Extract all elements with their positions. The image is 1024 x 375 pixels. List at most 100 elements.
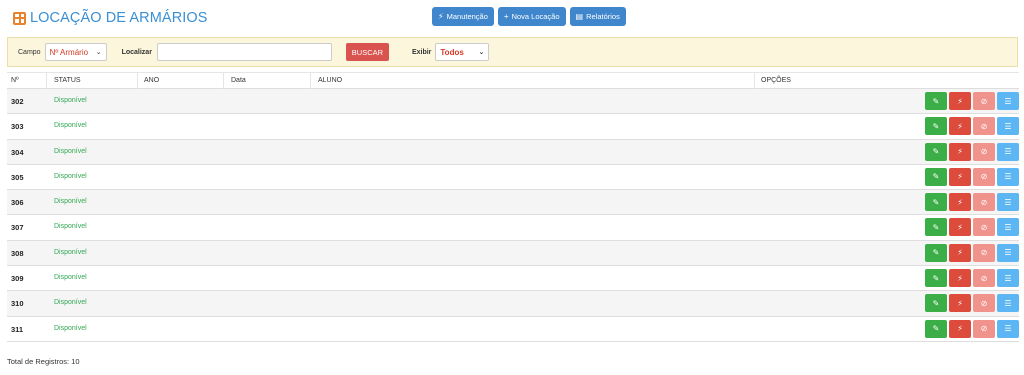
block-button[interactable]: ⊘	[973, 294, 995, 313]
locate-button[interactable]: ⚡	[949, 167, 971, 186]
table-row: 307 Disponível ✎ ⚡ ⊘ ☰	[7, 215, 1019, 241]
list-icon: ☰	[1004, 147, 1012, 157]
bolt-icon: ⚡	[957, 248, 963, 258]
nova-locacao-button[interactable]: + Nova Locação	[497, 7, 566, 26]
ban-icon: ⊘	[980, 273, 988, 283]
locker-number: 304	[11, 147, 24, 157]
ban-icon: ⊘	[980, 248, 988, 258]
row-actions: ✎ ⚡ ⊘ ☰	[925, 92, 1019, 110]
edit-button[interactable]: ✎	[925, 117, 947, 136]
status-text: Disponível	[54, 97, 87, 104]
table-row: 309 Disponível ✎ ⚡ ⊘ ☰	[7, 266, 1019, 292]
edit-button[interactable]: ✎	[925, 319, 947, 338]
locker-number: 307	[11, 223, 24, 233]
locate-button[interactable]: ⚡	[949, 92, 971, 110]
edit-button[interactable]: ✎	[925, 294, 947, 313]
row-actions: ✎ ⚡ ⊘ ☰	[925, 319, 1019, 338]
table-row: 305 Disponível ✎ ⚡ ⊘ ☰	[7, 164, 1019, 191]
status-text: Disponível	[54, 324, 87, 332]
details-button[interactable]: ☰	[997, 142, 1019, 161]
details-button[interactable]: ☰	[997, 92, 1019, 110]
pencil-icon: ✎	[932, 172, 940, 182]
exibir-label: Exibir	[411, 48, 432, 56]
buscar-button[interactable]: BUSCAR	[345, 43, 389, 61]
localizar-input[interactable]	[156, 43, 332, 61]
edit-button[interactable]: ✎	[925, 142, 947, 161]
details-button[interactable]: ☰	[997, 167, 1019, 186]
row-actions: ✎ ⚡ ⊘ ☰	[925, 243, 1019, 262]
row-actions: ✎ ⚡ ⊘ ☰	[925, 193, 1019, 212]
details-button[interactable]: ☰	[997, 218, 1019, 237]
table-row: 303 Disponível ✎ ⚡ ⊘ ☰	[7, 114, 1019, 140]
locate-button[interactable]: ⚡	[949, 142, 971, 161]
locate-button[interactable]: ⚡	[949, 319, 971, 338]
bolt-icon: ⚡	[957, 298, 963, 308]
edit-button[interactable]: ✎	[925, 218, 947, 237]
status-text: Disponível	[54, 274, 87, 282]
block-button[interactable]: ⊘	[973, 117, 995, 136]
block-button[interactable]: ⊘	[973, 269, 995, 288]
campo-select[interactable]: Nº Armário ⌄	[44, 43, 107, 61]
locker-number: 303	[11, 122, 24, 132]
block-button[interactable]: ⊘	[973, 218, 995, 237]
details-button[interactable]: ☰	[997, 193, 1019, 212]
table-row: 308 Disponível ✎ ⚡ ⊘ ☰	[7, 240, 1019, 267]
locate-button[interactable]: ⚡	[949, 243, 971, 262]
block-button[interactable]: ⊘	[973, 92, 995, 110]
locate-button[interactable]: ⚡	[949, 117, 971, 136]
list-icon: ☰	[1004, 273, 1012, 283]
locate-button[interactable]: ⚡	[949, 193, 971, 212]
list-icon: ☰	[1004, 197, 1012, 207]
details-button[interactable]: ☰	[997, 319, 1019, 338]
status-text: Disponível	[54, 248, 87, 256]
edit-button[interactable]: ✎	[925, 243, 947, 262]
edit-button[interactable]: ✎	[925, 193, 947, 212]
ban-icon: ⊘	[980, 147, 988, 157]
edit-button[interactable]: ✎	[925, 269, 947, 288]
campo-label: Campo	[18, 48, 41, 56]
row-actions: ✎ ⚡ ⊘ ☰	[925, 218, 1019, 237]
chevron-down-icon: ⌄	[478, 49, 485, 56]
row-actions: ✎ ⚡ ⊘ ☰	[925, 294, 1019, 313]
block-button[interactable]: ⊘	[973, 142, 995, 161]
pencil-icon: ✎	[932, 298, 940, 308]
ban-icon: ⊘	[980, 121, 988, 131]
details-button[interactable]: ☰	[997, 294, 1019, 313]
manutencao-button[interactable]: ⚡ Manutenção	[432, 7, 494, 26]
bolt-icon: ⚡	[438, 12, 444, 21]
table-row: 304 Disponível ✎ ⚡ ⊘ ☰	[7, 139, 1019, 165]
bolt-icon: ⚡	[957, 147, 963, 157]
row-actions: ✎ ⚡ ⊘ ☰	[925, 269, 1019, 288]
edit-button[interactable]: ✎	[925, 92, 947, 110]
bolt-icon: ⚡	[957, 222, 963, 232]
block-button[interactable]: ⊘	[973, 193, 995, 212]
bolt-icon: ⚡	[957, 96, 963, 106]
pencil-icon: ✎	[932, 96, 940, 106]
exibir-select[interactable]: Todos ⌄	[435, 43, 490, 61]
details-button[interactable]: ☰	[997, 117, 1019, 136]
locker-number: 311	[11, 324, 24, 334]
details-button[interactable]: ☰	[997, 269, 1019, 288]
block-button[interactable]: ⊘	[973, 167, 995, 186]
block-button[interactable]: ⊘	[973, 243, 995, 262]
nova-locacao-label: Nova Locação	[511, 12, 560, 21]
ban-icon: ⊘	[980, 96, 988, 106]
locate-button[interactable]: ⚡	[949, 269, 971, 288]
filter-bar: Campo Nº Armário ⌄ Localizar BUSCAR Exib…	[7, 37, 1018, 67]
pencil-icon: ✎	[932, 324, 940, 334]
manutencao-label: Manutenção	[446, 12, 488, 21]
printer-icon: ▤	[575, 12, 584, 21]
list-icon: ☰	[1004, 298, 1012, 308]
status-text: Disponível	[54, 299, 87, 307]
table-row: 310 Disponível ✎ ⚡ ⊘ ☰	[7, 291, 1019, 317]
locate-button[interactable]: ⚡	[949, 294, 971, 313]
header-opcoes: OPÇÕES	[761, 77, 791, 84]
header-status: STATUS	[54, 77, 81, 84]
block-button[interactable]: ⊘	[973, 319, 995, 338]
details-button[interactable]: ☰	[997, 243, 1019, 262]
status-text: Disponível	[54, 147, 87, 155]
edit-button[interactable]: ✎	[925, 167, 947, 186]
relatorios-button[interactable]: ▤ Relatórios	[569, 7, 626, 26]
page-title: LOCAÇÃO DE ARMÁRIOS	[30, 10, 208, 26]
locate-button[interactable]: ⚡	[949, 218, 971, 237]
